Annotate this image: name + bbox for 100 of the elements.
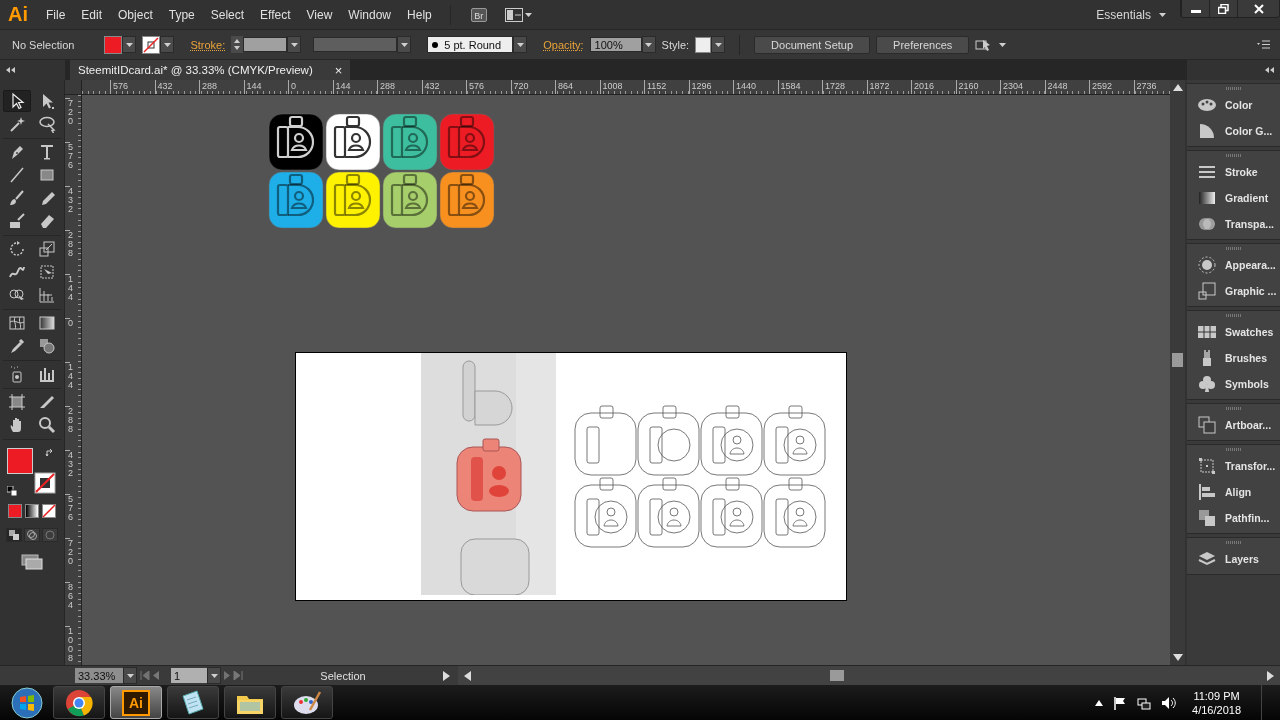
fill-swatch[interactable] <box>104 35 123 54</box>
menu-item[interactable]: Object <box>110 4 161 25</box>
close-icon <box>1253 3 1264 14</box>
panel-grip[interactable] <box>1225 154 1242 157</box>
draw-inside-button[interactable] <box>42 528 58 542</box>
panel-tab[interactable]: Graphic ... <box>1187 278 1280 304</box>
artboard-dropdown[interactable] <box>207 667 221 684</box>
windows-orb-icon <box>11 686 43 719</box>
align-bars-icon <box>1197 482 1217 502</box>
ruler-label: 1584 <box>777 80 822 94</box>
tab-close-button[interactable]: × <box>334 62 343 78</box>
panel-tab[interactable]: Color <box>1187 92 1280 118</box>
panel-grip[interactable] <box>1225 247 1242 250</box>
gradient-mode-button[interactable] <box>25 504 39 518</box>
menu-item[interactable]: Select <box>202 4 253 25</box>
panel-tab[interactable]: Swatches <box>1187 319 1280 345</box>
taskbar-app[interactable] <box>167 686 219 719</box>
artboard-field[interactable]: 1 <box>171 668 207 683</box>
menu-item[interactable]: Edit <box>73 4 111 25</box>
panel-grip[interactable] <box>1225 541 1242 544</box>
scroll-up-icon <box>1172 84 1183 91</box>
scrollbar-thumb[interactable] <box>830 670 844 681</box>
panel-tab[interactable]: Color G... <box>1187 118 1280 144</box>
document-tab[interactable]: SteemitIDcard.ai* @ 33.33% (CMYK/Preview) <box>78 64 313 76</box>
panel-tab[interactable]: Appeara... <box>1187 252 1280 278</box>
ruler-label: 432 <box>421 80 466 94</box>
panel-tab[interactable]: Stroke <box>1187 159 1280 185</box>
chrome-icon <box>64 687 94 718</box>
ruler-label: 1440 <box>733 80 778 94</box>
eraser-icon <box>38 212 56 230</box>
ruler-label: 864 <box>555 80 600 94</box>
opacity-label[interactable]: Opacity: <box>543 38 584 51</box>
taskbar-app[interactable] <box>281 686 333 719</box>
brush-dropdown[interactable] <box>513 36 528 53</box>
ruler-label: 1296 <box>688 80 733 94</box>
toolbar-button[interactable]: Preferences <box>876 35 970 54</box>
ruler-label: 720 <box>510 80 555 94</box>
caret-icon <box>999 42 1007 47</box>
panel-tab[interactable]: Gradient <box>1187 185 1280 211</box>
close-button[interactable] <box>1237 0 1279 17</box>
current-tool-status[interactable]: Selection <box>243 669 443 682</box>
bridge-button[interactable]: Br <box>470 7 487 22</box>
fill-dropdown[interactable] <box>122 36 137 53</box>
arrow-tool[interactable] <box>3 90 31 112</box>
gradient-icon <box>38 314 56 332</box>
style-dropdown[interactable] <box>711 36 726 53</box>
workspace-switcher[interactable]: Essentials <box>1096 7 1151 22</box>
stroke-none-swatch-icon <box>34 472 56 494</box>
menu-item[interactable]: Window <box>340 4 400 25</box>
style-swatch[interactable] <box>695 36 712 53</box>
zoom-field[interactable]: 33.33% <box>75 668 123 683</box>
fill-color-swatch[interactable] <box>7 448 33 474</box>
panel-grip[interactable] <box>1225 407 1242 410</box>
scrollbar-thumb[interactable] <box>1172 353 1183 367</box>
panel-tab[interactable]: Brushes <box>1187 345 1280 371</box>
zoom-dropdown[interactable] <box>123 667 137 684</box>
draw-behind-button[interactable] <box>24 528 40 542</box>
draw-normal-button[interactable] <box>6 528 22 542</box>
panel-grip[interactable] <box>1225 448 1242 451</box>
clock-date[interactable]: 4/16/2018 <box>1192 702 1241 717</box>
line-segment-icon <box>8 166 26 184</box>
taskbar-app[interactable] <box>224 686 276 719</box>
menu-item[interactable]: File <box>38 4 74 25</box>
panel-tab[interactable]: Symbols <box>1187 371 1280 397</box>
ruler-label: 1728 <box>822 80 867 94</box>
magnifier-icon <box>38 416 56 434</box>
color-mode-button[interactable] <box>8 504 22 518</box>
minimize-button[interactable] <box>1181 0 1209 17</box>
menu-item[interactable]: View <box>298 4 341 25</box>
arrange-documents-icon <box>504 7 523 22</box>
width-profile-dropdown[interactable] <box>397 36 412 53</box>
magic-wand-icon <box>8 115 26 133</box>
scroll-left-icon <box>464 670 471 681</box>
toolbar-button[interactable]: Document Setup <box>754 35 871 54</box>
free-transform-icon <box>38 263 56 281</box>
opacity-field[interactable]: 100% <box>589 37 642 52</box>
panel-grip[interactable] <box>1225 87 1242 90</box>
squares-icon <box>9 530 19 540</box>
clock-time[interactable]: 11:09 PM <box>1193 688 1240 703</box>
panel-tab[interactable]: Align <box>1187 479 1280 505</box>
restore-button[interactable] <box>1209 0 1237 17</box>
stroke-label[interactable]: Stroke: <box>190 38 226 51</box>
stroke-weight-field[interactable] <box>243 37 288 52</box>
network-icon <box>1137 695 1152 710</box>
panel-grip[interactable] <box>1225 314 1242 317</box>
stroke-weight-dropdown[interactable] <box>287 36 302 53</box>
stroke-dropdown[interactable] <box>160 36 175 53</box>
previous-icon <box>153 671 159 680</box>
taskbar-app[interactable]: Ai <box>110 686 162 719</box>
taskbar-app[interactable] <box>53 686 105 719</box>
lasso-icon <box>38 115 56 133</box>
menu-item[interactable]: Effect <box>252 4 299 25</box>
brush-field[interactable]: 5 pt. Round <box>427 36 514 53</box>
panel-tab[interactable]: Transpa... <box>1187 211 1280 237</box>
panel-tab[interactable]: Pathfin... <box>1187 505 1280 531</box>
pathfinder-squares-icon <box>1197 508 1217 528</box>
flag-icon <box>1113 695 1128 710</box>
menu-item[interactable]: Help <box>399 4 440 25</box>
panel-tab[interactable]: Transfor... <box>1187 453 1280 479</box>
menu-item[interactable]: Type <box>160 4 203 25</box>
